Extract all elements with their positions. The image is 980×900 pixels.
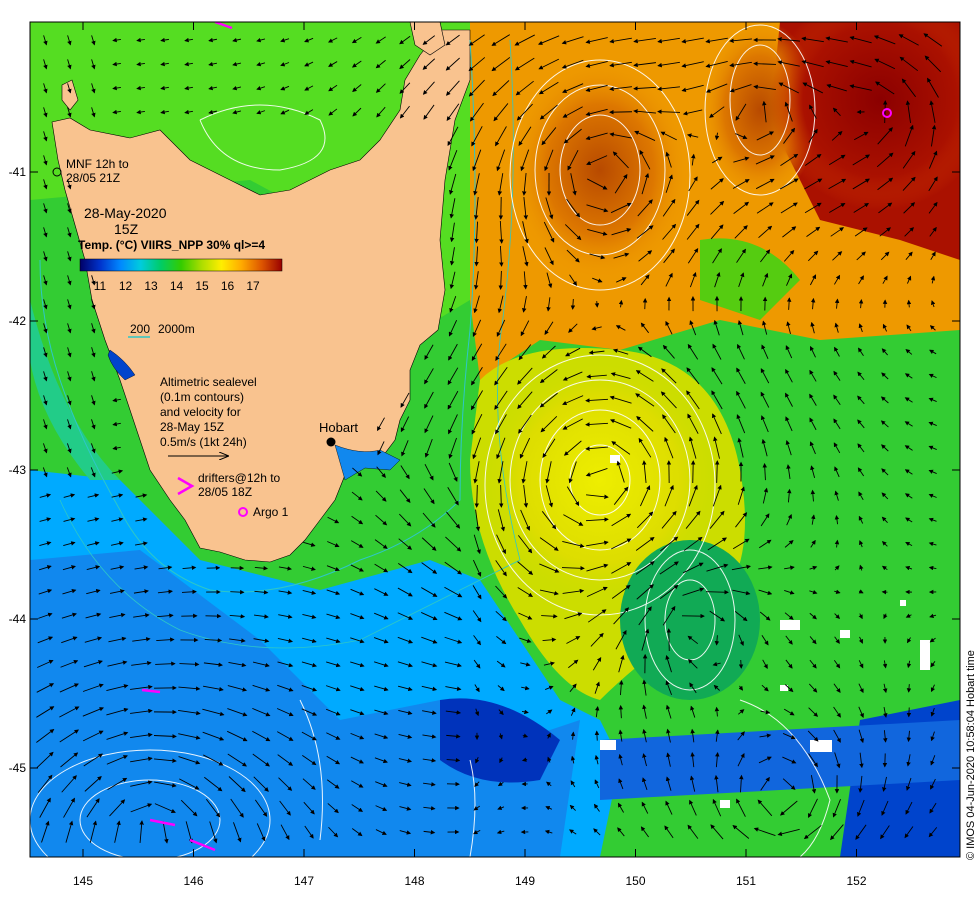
colorbar-tick-label: 15 [195, 279, 209, 293]
colorbar-tick-label: 16 [221, 279, 235, 293]
credit-text: © IMOS 04-Jun-2020 10:58:04 Hobart time [965, 650, 977, 860]
x-tick-label: 151 [736, 874, 756, 888]
hobart-marker [326, 437, 336, 447]
sst-current-map: 145 146 147 148 149 150 151 152 -41 -42 -43 -44 -45… [9, 21, 977, 888]
x-tick-label: 149 [515, 874, 535, 888]
x-tick-label: 145 [73, 874, 93, 888]
isobath-200-label: 200 [130, 322, 150, 336]
velocity-arrow [690, 460, 696, 484]
y-tick-label: -44 [9, 612, 27, 626]
colorbar-tick-label: 14 [170, 279, 184, 293]
colorbar-tick-label: 11 [94, 279, 107, 293]
alt-line-1: Altimetric sealevel [160, 375, 257, 389]
velocity-arrow [738, 659, 744, 669]
x-tick-label: 147 [294, 874, 314, 888]
alt-line-2: (0.1m contours) [160, 390, 244, 404]
colorbar-tick-label: 13 [144, 279, 158, 293]
velocity-arrow [666, 628, 672, 652]
velocity-arrow [705, 589, 729, 595]
date-label: 28-May-2020 [84, 205, 167, 221]
x-tick-label: 148 [404, 874, 424, 888]
velocity-arrow [609, 109, 633, 115]
y-tick-label: -42 [9, 314, 27, 328]
velocity-arrow [882, 100, 888, 124]
y-tick-label: -45 [9, 761, 27, 775]
velocity-arrow [906, 684, 912, 693]
y-tick-label: -41 [9, 165, 27, 179]
drifters-label-2: 28/05 18Z [198, 485, 252, 499]
isobath-2000-label: 2000m [158, 322, 195, 336]
colorbar-tick-label: 12 [119, 279, 133, 293]
argo-label: Argo 1 [253, 505, 289, 519]
temp-title: Temp. (°C) VIIRS_NPP 30% ql>=4 [78, 238, 265, 252]
mnf-label-2: 28/05 21Z [66, 171, 120, 185]
x-tick-label: 146 [183, 874, 203, 888]
alt-line-5: 0.5m/s (1kt 24h) [160, 435, 247, 449]
cold-eddy-se [620, 540, 760, 700]
drifters-label-1: drifters@12h to [198, 471, 281, 485]
alt-line-4: 28-May 15Z [160, 420, 224, 434]
hobart-label: Hobart [319, 420, 358, 435]
velocity-arrow [594, 730, 600, 741]
x-tick-label: 150 [625, 874, 645, 888]
colorbar [79, 258, 283, 272]
alt-line-3: and velocity for [160, 405, 241, 419]
x-tick-label: 152 [846, 874, 866, 888]
time-label: 15Z [114, 221, 139, 237]
y-tick-label: -43 [9, 463, 27, 477]
velocity-arrow [594, 301, 600, 308]
colorbar-tick-label: 17 [246, 279, 260, 293]
mnf-label-1: MNF 12h to [66, 157, 129, 171]
